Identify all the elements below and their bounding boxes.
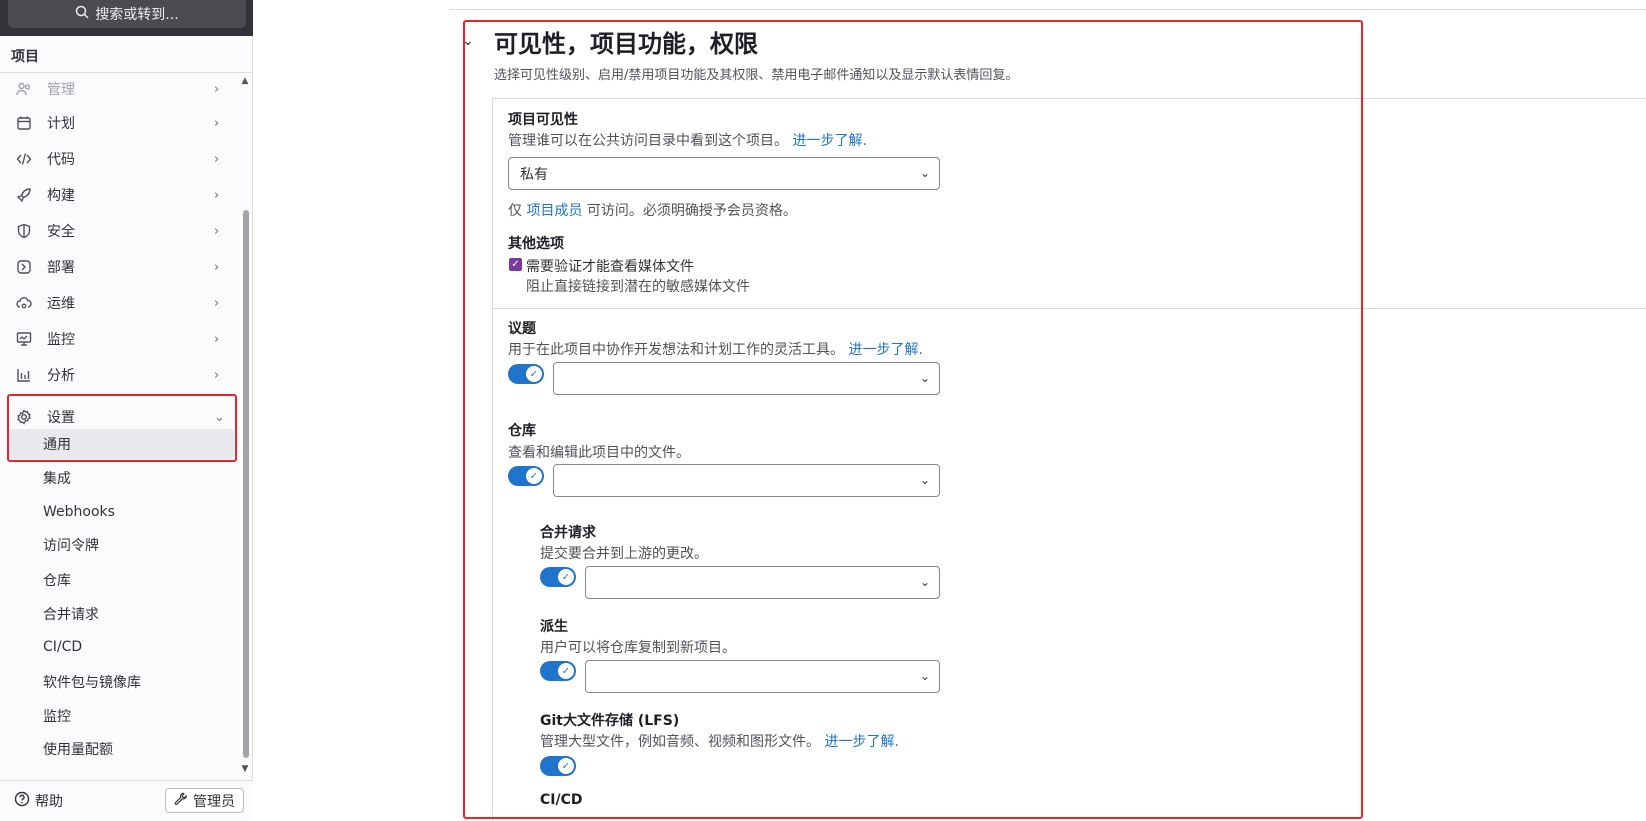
sidebar-item-build[interactable]: 构建 › [8,178,234,212]
sidebar-item-label: 计划 [47,116,75,132]
sidebar-item-analyze[interactable]: 分析 › [8,358,234,392]
chevron-right-icon: › [214,331,220,347]
chart-icon [14,365,34,385]
chevron-right-icon: › [214,81,220,97]
context-title: 项目 [11,49,39,65]
sidebar-subitem-integrations[interactable]: 集成 [8,463,234,493]
sidebar-subitem-monitor[interactable]: 监控 [8,701,234,731]
sidebar-item-plan[interactable]: 计划 › [8,106,234,140]
sidebar-subitem-access-tokens[interactable]: 访问令牌 [8,530,234,560]
deploy-icon [14,257,34,277]
scroll-down-arrow[interactable]: ▼ [240,764,250,774]
help-label: 帮助 [35,794,63,810]
admin-button[interactable]: 管理员 [165,788,244,813]
sidebar-topbar: 搜索或转到... [0,0,253,36]
sidebar-subitem-packages[interactable]: 软件包与镜像库 [8,667,234,697]
shield-icon [14,221,34,241]
scroll-up-arrow[interactable]: ▲ [240,76,250,86]
code-icon [14,149,34,169]
rocket-icon [14,185,34,205]
chevron-right-icon: › [214,115,220,131]
chevron-right-icon: › [214,367,220,383]
sidebar-item-label: 部署 [47,260,75,276]
sidebar-scrollbar[interactable] [243,210,249,758]
sidebar-item-monitor[interactable]: 监控 › [8,322,234,356]
top-divider [449,9,1646,10]
monitor-icon [14,329,34,349]
sidebar-item-label: 代码 [47,152,75,168]
wrench-icon [174,792,188,810]
sidebar-item-code[interactable]: 代码 › [8,142,234,176]
sidebar-subitem-merge-requests[interactable]: 合并请求 [8,599,234,629]
chevron-right-icon: › [214,223,220,239]
users-icon [14,79,34,99]
search-label: 搜索或转到... [95,7,179,23]
sidebar-item-manage[interactable]: 管理 › [8,72,234,106]
help-button[interactable]: 帮助 [14,791,63,811]
chevron-right-icon: › [214,295,220,311]
highlight-box-section [463,20,1363,819]
sidebar-subitem-webhooks[interactable]: Webhooks [8,497,234,527]
sidebar-item-label: 运维 [47,296,75,312]
search-button[interactable]: 搜索或转到... [8,0,246,28]
sidebar-item-label: 管理 [47,82,75,98]
sidebar-item-operate[interactable]: 运维 › [8,286,234,320]
calendar-icon [14,113,34,133]
help-icon [14,791,30,811]
highlight-box-settings [7,394,237,462]
sidebar-subitem-repository[interactable]: 仓库 [8,565,234,595]
chevron-right-icon: › [214,187,220,203]
sidebar-subitem-usage-quotas[interactable]: 使用量配额 [8,734,234,764]
sidebar-item-deploy[interactable]: 部署 › [8,250,234,284]
sidebar-subitem-cicd[interactable]: CI/CD [8,632,234,662]
sidebar-item-label: 构建 [47,188,75,204]
sidebar-item-label: 分析 [47,368,75,384]
cloud-gear-icon [14,293,34,313]
admin-label: 管理员 [193,793,235,810]
sidebar-item-label: 安全 [47,224,75,240]
sidebar-item-label: 监控 [47,332,75,348]
chevron-right-icon: › [214,151,220,167]
chevron-right-icon: › [214,259,220,275]
sidebar-item-security[interactable]: 安全 › [8,214,234,248]
search-icon [75,5,89,23]
sidebar-bottom: 帮助 管理员 [0,780,253,821]
